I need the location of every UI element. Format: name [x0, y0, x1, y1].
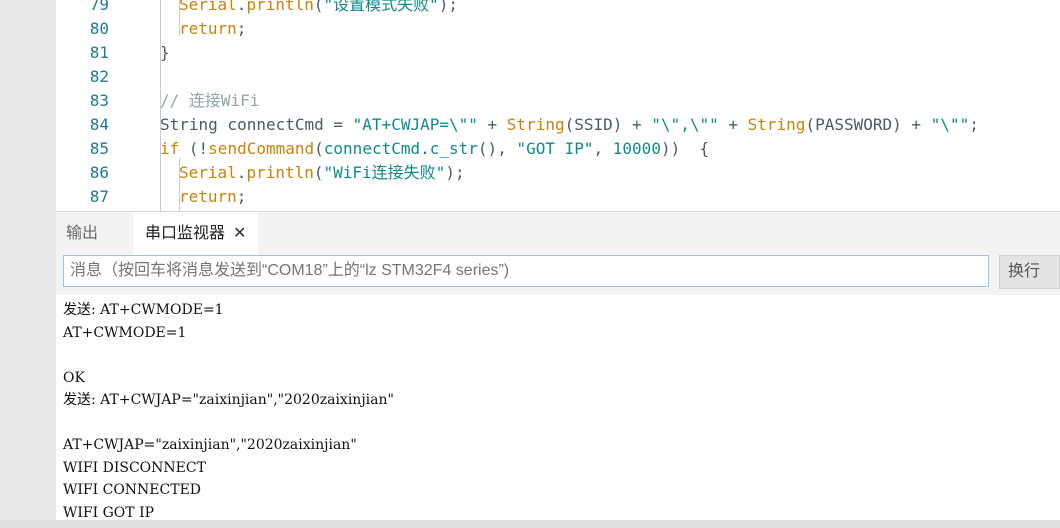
line-number: 82: [89, 67, 109, 86]
code-token: "WiFi连接失败": [323, 163, 446, 182]
tab-serial-monitor[interactable]: 串口监视器 ✕: [133, 212, 259, 256]
code-token: .: [236, 163, 247, 182]
code-token: sendCommand: [208, 139, 315, 158]
line-number: 84: [89, 115, 109, 134]
code-token: (: [313, 163, 324, 182]
code-text: if (!sendCommand(connectCmd.c_str(), "GO…: [160, 137, 709, 161]
code-text: String connectCmd = "AT+CWJAP=\"" + Stri…: [160, 113, 979, 137]
code-token: ;: [236, 19, 247, 38]
code-token: String: [747, 115, 806, 134]
code-token: println: [246, 0, 314, 14]
code-token: (: [314, 139, 324, 158]
code-line: 87 return;: [56, 185, 1060, 209]
line-number: 85: [89, 139, 109, 158]
code-editor[interactable]: 79 Serial.println("设置模式失败"); 80 return; 81} 8…: [56, 0, 1060, 211]
code-token: return: [179, 19, 237, 38]
serial-monitor-output: 发送: AT+CWMODE=1 AT+CWMODE=1 OK 发送: AT+CWJAP…: [56, 295, 1060, 520]
code-token: if: [160, 139, 180, 158]
serial-output-line: 发送: AT+CWJAP="zaixinjian","2020zaixinjia…: [63, 392, 394, 408]
serial-output-line: AT+CWJAP="zaixinjian","2020zaixinjian": [63, 437, 357, 453]
code-token: "设置模式失败": [323, 0, 439, 14]
status-bar: [0, 520, 1060, 528]
code-text: Serial.println("WiFi连接失败");: [179, 161, 465, 185]
line-number: 81: [89, 43, 109, 62]
code-token: +: [477, 115, 507, 134]
code-token: Serial: [179, 0, 237, 14]
code-token: println: [246, 163, 314, 182]
serial-output-line: OK: [63, 369, 85, 386]
code-text: // 连接WiFi: [160, 89, 259, 113]
code-token: );: [445, 163, 465, 182]
tab-output[interactable]: 输出: [66, 212, 98, 256]
line-number: 83: [89, 91, 109, 110]
code-text: return;: [179, 17, 246, 41]
message-input[interactable]: [63, 255, 989, 287]
code-token: Serial: [179, 163, 237, 182]
code-token: "\"": [930, 115, 970, 134]
code-token: ;: [236, 187, 247, 206]
line-number: 79: [89, 0, 109, 14]
tab-output-label: 输出: [66, 225, 99, 242]
code-token: +: [718, 115, 748, 134]
code-line: 83 // 连接WiFi: [56, 89, 1060, 113]
tab-serial-monitor-label: 串口监视器: [145, 225, 226, 242]
code-token: )) {: [660, 139, 710, 158]
code-token: }: [160, 43, 170, 62]
panel-tab-bar: 输出 串口监视器 ✕: [56, 211, 1060, 256]
line-number: 87: [89, 187, 109, 206]
code-line: 79 Serial.println("设置模式失败");: [56, 0, 1060, 17]
code-line: 81}: [56, 41, 1060, 65]
code-line: 86 Serial.println("WiFi连接失败");: [56, 161, 1060, 185]
code-token: "AT+CWJAP=\"": [352, 115, 478, 134]
code-token: String connectCmd =: [160, 115, 353, 134]
code-token: (),: [477, 139, 517, 158]
line-ending-select[interactable]: 换行: [999, 255, 1060, 289]
serial-output-line: WIFI DISCONNECT: [63, 459, 206, 476]
code-line: 82: [56, 65, 1060, 89]
code-token: (SSID) +: [564, 115, 652, 134]
code-line: 84 String connectCmd = "AT+CWJAP=\"" + St…: [56, 113, 1060, 137]
code-token: );: [438, 0, 459, 14]
code-token: (PASSWORD) +: [805, 115, 931, 134]
code-token: (: [313, 0, 324, 14]
close-icon[interactable]: ✕: [233, 225, 246, 242]
code-line: 85 if (!sendCommand(connectCmd.c_str(), "…: [56, 137, 1060, 161]
code-token: String: [506, 115, 565, 134]
code-token: "\",\"": [651, 115, 719, 134]
code-token: .: [420, 139, 430, 158]
code-text: }: [160, 41, 170, 65]
serial-output-line: 发送: AT+CWMODE=1: [63, 302, 224, 318]
code-token: 10000: [612, 139, 661, 158]
line-number: 86: [89, 163, 109, 182]
serial-output-line: AT+CWMODE=1: [63, 324, 187, 341]
code-text: return;: [179, 185, 246, 209]
code-text: Serial.println("设置模式失败");: [179, 0, 458, 17]
code-token: .: [236, 0, 247, 14]
serial-output-line: WIFI GOT IP: [63, 504, 155, 521]
code-line: 80 return;: [56, 17, 1060, 41]
code-token: connectCmd: [323, 139, 421, 158]
line-number: 80: [89, 19, 109, 38]
code-token: "GOT IP": [516, 139, 594, 158]
activity-bar: [0, 0, 56, 528]
code-token: c_str: [429, 139, 478, 158]
code-token: ;: [969, 115, 979, 134]
message-bar: 换行: [56, 255, 1060, 295]
code-token: (!: [179, 139, 209, 158]
code-token: // 连接WiFi: [160, 91, 260, 110]
code-token: ,: [593, 139, 613, 158]
code-token: return: [179, 187, 237, 206]
serial-output-line: WIFI CONNECTED: [63, 482, 202, 498]
